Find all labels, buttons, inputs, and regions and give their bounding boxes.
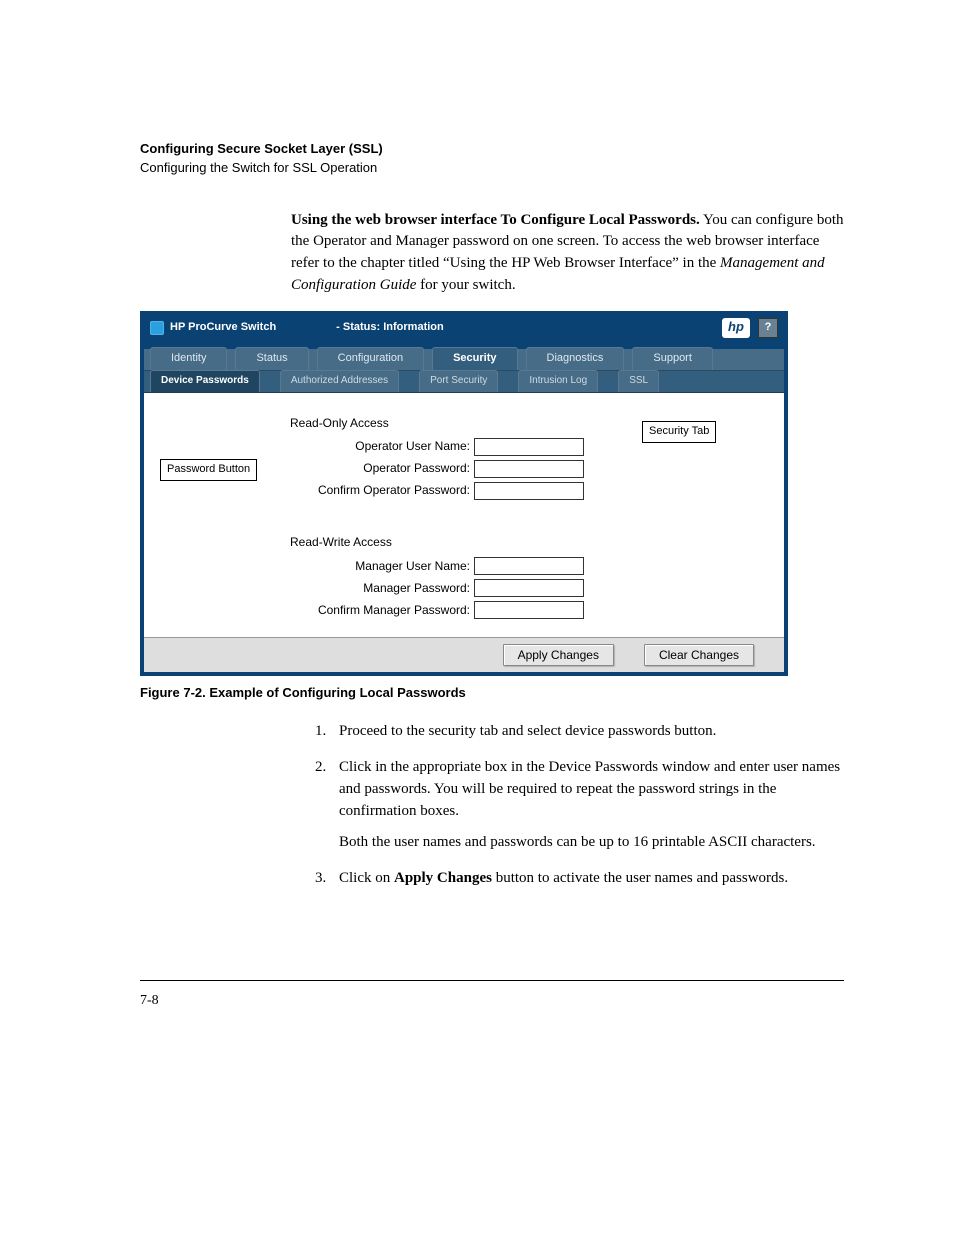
steps-list: Proceed to the security tab and select d… <box>315 721 844 890</box>
tab-configuration[interactable]: Configuration <box>317 347 424 370</box>
confirm-operator-pw-input[interactable] <box>474 482 584 500</box>
operator-pw-label: Operator Password: <box>304 460 474 477</box>
subtab-ssl[interactable]: SSL <box>618 370 659 392</box>
callout-password-button: Password Button <box>160 459 257 481</box>
intro-body-b: for your switch. <box>416 277 515 293</box>
operator-user-input[interactable] <box>474 438 584 456</box>
tab-diagnostics[interactable]: Diagnostics <box>526 347 625 370</box>
app-frame: HP ProCurve Switch - Status: Information… <box>140 311 788 677</box>
app-icon <box>150 321 164 335</box>
intro-paragraph: Using the web browser interface To Confi… <box>291 210 844 297</box>
clear-changes-button[interactable]: Clear Changes <box>644 644 754 666</box>
subtab-device-passwords[interactable]: Device Passwords <box>150 370 260 392</box>
manager-user-label: Manager User Name: <box>304 558 474 575</box>
app-title-status: - Status: Information <box>336 320 444 336</box>
callout-security-tab: Security Tab <box>642 421 716 443</box>
manager-pw-label: Manager Password: <box>304 580 474 597</box>
figure-wrapper: Password Button Security Tab HP ProCurve… <box>140 311 844 677</box>
app-title-prefix: HP ProCurve Switch <box>170 320 276 336</box>
confirm-manager-pw-input[interactable] <box>474 601 584 619</box>
app-titlebar: HP ProCurve Switch - Status: Information… <box>144 315 784 341</box>
step-2: Click in the appropriate box in the Devi… <box>315 757 844 854</box>
step-3: Click on Apply Changes button to activat… <box>315 868 844 890</box>
subtab-port-security[interactable]: Port Security <box>419 370 498 392</box>
manager-user-input[interactable] <box>474 557 584 575</box>
confirm-manager-pw-label: Confirm Manager Password: <box>304 602 474 619</box>
tab-security[interactable]: Security <box>432 347 517 370</box>
hp-logo-icon: hp <box>722 318 750 338</box>
step-2-sub: Both the user names and passwords can be… <box>339 832 844 854</box>
read-write-title: Read-Write Access <box>290 534 772 551</box>
tab-support[interactable]: Support <box>632 347 713 370</box>
step-1: Proceed to the security tab and select d… <box>315 721 844 743</box>
button-bar: Apply Changes Clear Changes <box>144 637 784 672</box>
apply-changes-button[interactable]: Apply Changes <box>503 644 614 666</box>
main-tab-bar: Identity Status Configuration Security D… <box>144 349 784 371</box>
subtab-authorized-addresses[interactable]: Authorized Addresses <box>280 370 399 392</box>
page-header-title: Configuring Secure Socket Layer (SSL) <box>140 140 844 159</box>
operator-user-label: Operator User Name: <box>304 438 474 455</box>
operator-pw-input[interactable] <box>474 460 584 478</box>
manager-pw-input[interactable] <box>474 579 584 597</box>
footer-rule <box>140 980 844 981</box>
tab-identity[interactable]: Identity <box>150 347 227 370</box>
help-button[interactable]: ? <box>758 318 778 338</box>
page-header-subtitle: Configuring the Switch for SSL Operation <box>140 159 844 178</box>
page-number: 7-8 <box>140 991 844 1011</box>
tab-status[interactable]: Status <box>235 347 308 370</box>
sub-tab-bar: Device Passwords Authorized Addresses Po… <box>144 371 784 393</box>
figure-caption: Figure 7-2. Example of Configuring Local… <box>140 684 844 703</box>
intro-lead: Using the web browser interface To Confi… <box>291 212 700 228</box>
subtab-intrusion-log[interactable]: Intrusion Log <box>518 370 598 392</box>
confirm-operator-pw-label: Confirm Operator Password: <box>304 482 474 499</box>
